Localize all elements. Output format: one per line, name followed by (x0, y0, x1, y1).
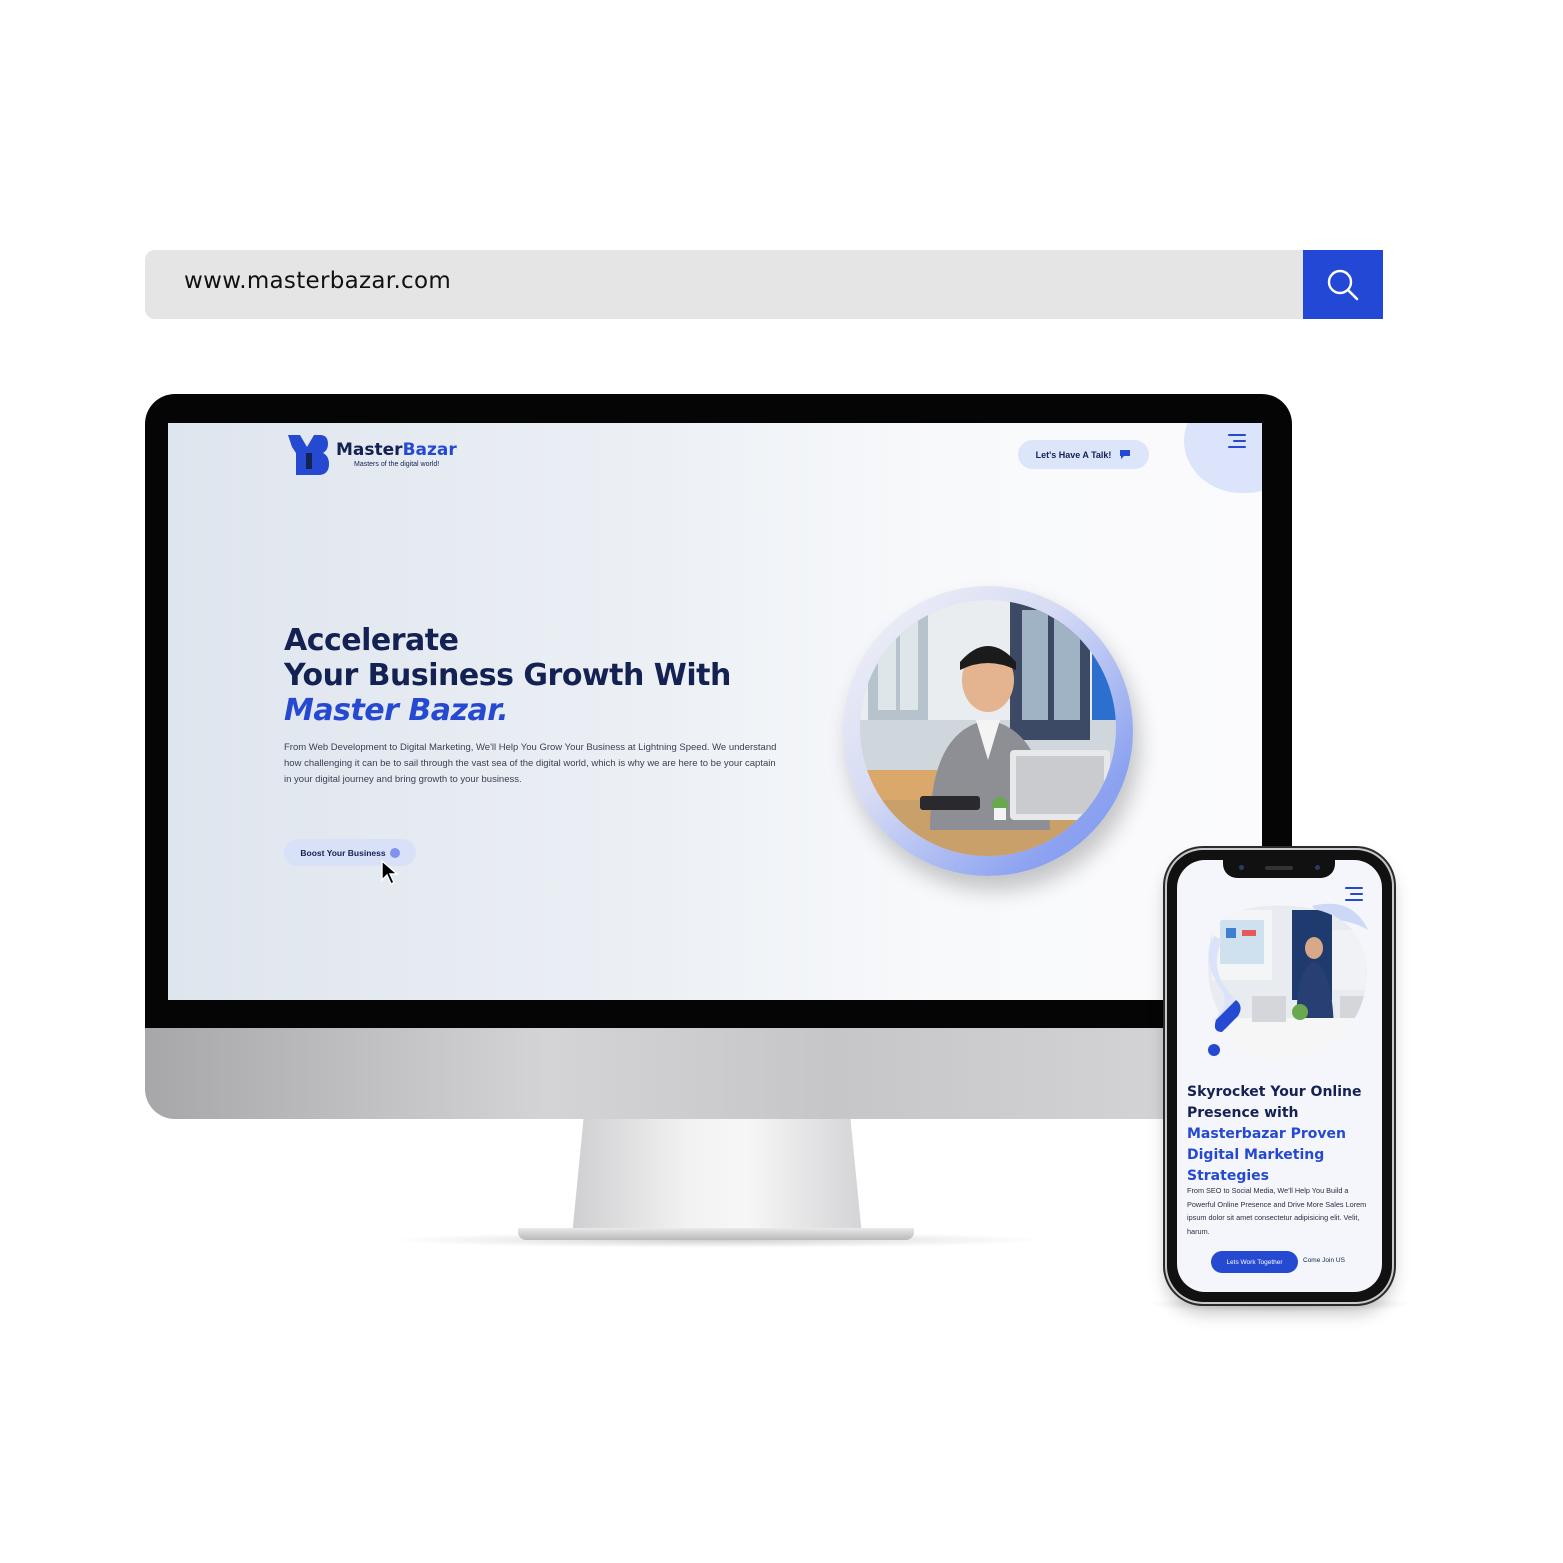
hero-heading: Accelerate Your Business Growth With Mas… (284, 623, 731, 728)
hero-description: From Web Development to Digital Marketin… (284, 742, 777, 785)
phone-notch (1223, 860, 1335, 878)
boost-business-label: Boost Your Business (300, 847, 386, 858)
logo-tagline: Masters of the digital world! (354, 461, 440, 468)
hero-heading-highlight: Master Bazar. (284, 693, 509, 728)
hamburger-menu-icon[interactable] (1345, 887, 1363, 901)
monitor-stand-base (518, 1228, 914, 1240)
url-text[interactable]: www.masterbazar.com (184, 268, 451, 294)
lets-talk-label: Let's Have A Talk! (1035, 449, 1112, 460)
mobile-hero-heading-highlight: Masterbazar Proven Digital Marketing Str… (1187, 1126, 1347, 1184)
mobile-hero-heading: Skyrocket Your Online Presence with Mast… (1187, 1082, 1377, 1187)
hero-heading-line1: Accelerate (284, 623, 459, 658)
mobile-phone: Skyrocket Your Online Presence with Mast… (1167, 850, 1392, 1302)
url-bar[interactable]: www.masterbazar.com (145, 250, 1383, 319)
lets-work-together-button[interactable]: Lets Work Together (1211, 1251, 1298, 1273)
hero-heading-line2: Your Business Growth With (284, 658, 731, 693)
mobile-hero-description: From SEO to Social Media, We'll Help You… (1187, 1186, 1367, 1237)
desktop-website: MasterBazar Masters of the digital world… (168, 423, 1262, 1000)
lets-work-together-label: Lets Work Together (1226, 1258, 1283, 1266)
logo-mb-icon (288, 435, 329, 475)
corner-blob (1184, 423, 1262, 493)
hero-image-ring (843, 586, 1133, 876)
monitor-chin (145, 1028, 1292, 1119)
mouse-pointer-icon (381, 860, 399, 885)
desktop-monitor: MasterBazar Masters of the digital world… (145, 394, 1292, 1119)
monitor-stand (572, 1118, 862, 1236)
come-join-us-link[interactable]: Come Join US (1303, 1257, 1345, 1264)
businessman-at-laptop-photo (860, 600, 1116, 856)
site-logo[interactable]: MasterBazar Masters of the digital world… (286, 433, 457, 475)
logo-wordmark: MasterBazar (336, 440, 457, 460)
arrow-dot-icon (389, 847, 400, 858)
hamburger-menu-icon[interactable] (1228, 434, 1246, 448)
search-button[interactable] (1303, 250, 1383, 319)
mobile-website: Skyrocket Your Online Presence with Mast… (1177, 860, 1382, 1292)
search-icon (1327, 269, 1359, 300)
office-meeting-photo (1208, 903, 1368, 1059)
chat-bubble-icon (1120, 450, 1131, 459)
lets-talk-button[interactable]: Let's Have A Talk! (1018, 440, 1149, 469)
mobile-hero-heading-line1: Skyrocket Your Online Presence with (1187, 1084, 1362, 1121)
